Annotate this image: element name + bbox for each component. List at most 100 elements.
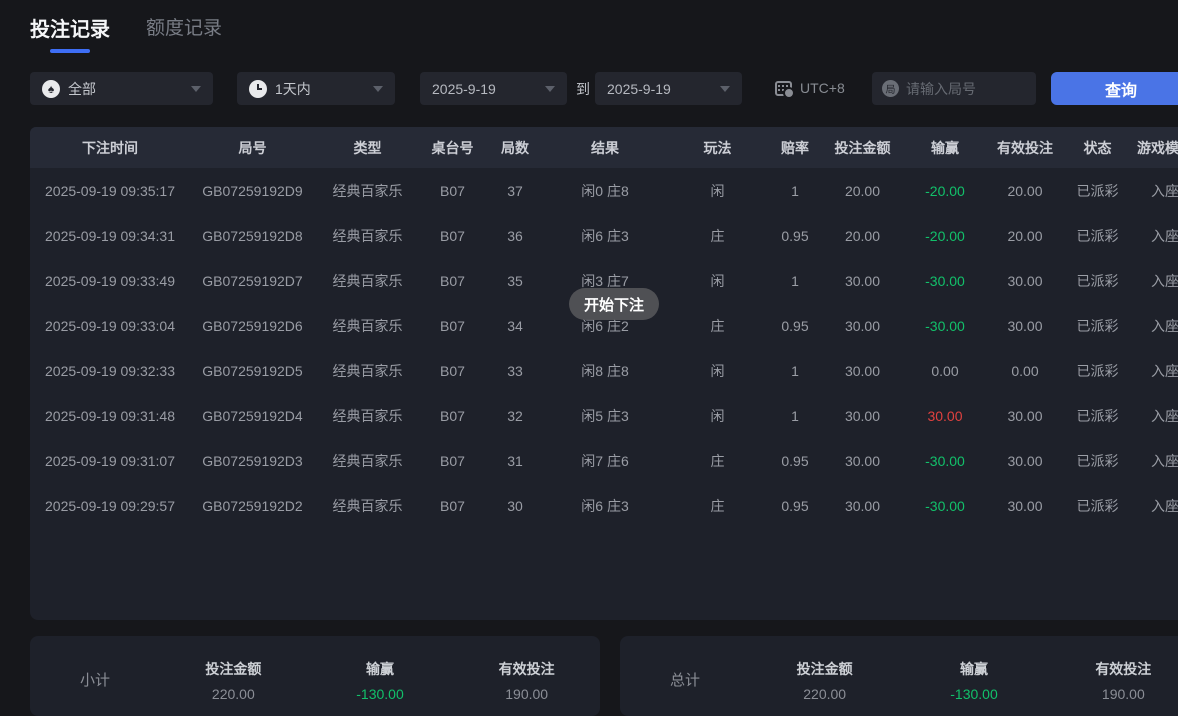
cell-table_no: B07: [420, 303, 485, 348]
date-from-dropdown[interactable]: 2025-9-19: [420, 72, 567, 105]
summary-stat-value: 220.00: [160, 686, 307, 702]
cell-time: 2025-09-19 09:34:31: [30, 213, 190, 258]
cell-status: 已派彩: [1065, 348, 1130, 393]
column-header-valid_bet: 有效投注: [985, 127, 1065, 168]
cell-odds: 1: [770, 348, 820, 393]
cell-mode: 入座: [1130, 348, 1178, 393]
total-stats: 投注金额220.00输赢-130.00有效投注190.00: [750, 659, 1178, 702]
summary-stat: 输赢-130.00: [899, 659, 1048, 702]
cell-play: 闲: [665, 258, 770, 303]
table-row: 2025-09-19 09:29:57GB07259192D2经典百家乐B073…: [30, 483, 1178, 528]
summary-stat-value: 190.00: [1049, 686, 1178, 702]
cell-type: 经典百家乐: [315, 348, 420, 393]
chevron-down-icon: [191, 86, 201, 92]
cell-odds: 0.95: [770, 483, 820, 528]
cell-round_id: GB07259192D2: [190, 483, 315, 528]
summary-stat-value: 190.00: [453, 686, 600, 702]
filter-bar: ♠ 全部 1天内 2025-9-19 到 2025-9-19 UTC+8 局 查…: [30, 72, 1178, 105]
cell-valid_bet: 30.00: [985, 438, 1065, 483]
cell-odds: 1: [770, 258, 820, 303]
bet-records-table: 下注时间局号类型桌台号局数结果玩法赔率投注金额输赢有效投注状态游戏模式 2025…: [30, 127, 1178, 620]
cell-mode: 入座: [1130, 168, 1178, 213]
cell-win_loss: -30.00: [905, 258, 985, 303]
active-tab-underline: [50, 49, 90, 53]
summary-stat-label: 有效投注: [453, 659, 600, 679]
column-header-result: 结果: [545, 127, 665, 168]
cell-valid_bet: 20.00: [985, 213, 1065, 258]
cell-time: 2025-09-19 09:29:57: [30, 483, 190, 528]
cell-time: 2025-09-19 09:32:33: [30, 348, 190, 393]
cell-mode: 入座: [1130, 303, 1178, 348]
date-from-value: 2025-9-19: [432, 81, 496, 97]
cell-odds: 1: [770, 393, 820, 438]
tab-quota-records[interactable]: 额度记录: [146, 13, 222, 53]
cell-time: 2025-09-19 09:31:07: [30, 438, 190, 483]
chevron-down-icon: [373, 86, 383, 92]
cell-win_loss: -30.00: [905, 303, 985, 348]
cell-status: 已派彩: [1065, 393, 1130, 438]
cell-win_loss: -30.00: [905, 483, 985, 528]
cell-play: 闲: [665, 393, 770, 438]
game-type-dropdown[interactable]: ♠ 全部: [30, 72, 213, 105]
cell-play: 闲: [665, 348, 770, 393]
cell-odds: 0.95: [770, 303, 820, 348]
summary-stat: 输赢-130.00: [307, 659, 454, 702]
cell-mode: 入座: [1130, 483, 1178, 528]
column-header-bet_amount: 投注金额: [820, 127, 905, 168]
cell-bet_amount: 30.00: [820, 393, 905, 438]
round-search-field[interactable]: 局: [872, 72, 1036, 105]
cell-result: 闲0 庄8: [545, 168, 665, 213]
cell-result: 闲7 庄6: [545, 438, 665, 483]
cell-time: 2025-09-19 09:31:48: [30, 393, 190, 438]
time-range-dropdown[interactable]: 1天内: [237, 72, 395, 105]
cell-round_no: 37: [485, 168, 545, 213]
round-number-icon: 局: [882, 80, 899, 97]
cell-type: 经典百家乐: [315, 393, 420, 438]
cell-bet_amount: 30.00: [820, 348, 905, 393]
cell-table_no: B07: [420, 258, 485, 303]
cell-bet_amount: 30.00: [820, 483, 905, 528]
chevron-down-icon: [720, 86, 730, 92]
cell-play: 庄: [665, 213, 770, 258]
date-to-value: 2025-9-19: [607, 81, 671, 97]
cell-bet_amount: 30.00: [820, 258, 905, 303]
cell-type: 经典百家乐: [315, 258, 420, 303]
betting-start-toast: 开始下注: [569, 288, 659, 320]
summary-stat: 投注金额 220.00: [750, 659, 899, 702]
cell-status: 已派彩: [1065, 168, 1130, 213]
spade-icon: ♠: [42, 80, 60, 98]
cell-time: 2025-09-19 09:33:04: [30, 303, 190, 348]
summary-stat-label: 投注金额: [750, 659, 899, 679]
tab-bet-records[interactable]: 投注记录: [30, 13, 110, 53]
cell-win_loss: 30.00: [905, 393, 985, 438]
cell-status: 已派彩: [1065, 303, 1130, 348]
cell-round_id: GB07259192D7: [190, 258, 315, 303]
cell-round_id: GB07259192D9: [190, 168, 315, 213]
cell-win_loss: -20.00: [905, 213, 985, 258]
cell-win_loss: -30.00: [905, 438, 985, 483]
cell-table_no: B07: [420, 393, 485, 438]
cell-type: 经典百家乐: [315, 213, 420, 258]
cell-table_no: B07: [420, 348, 485, 393]
cell-bet_amount: 30.00: [820, 438, 905, 483]
cell-type: 经典百家乐: [315, 483, 420, 528]
summary-stat-value: 220.00: [750, 686, 899, 702]
total-label: 总计: [620, 669, 750, 690]
search-button[interactable]: 查询: [1051, 72, 1178, 105]
table-row: 2025-09-19 09:31:48GB07259192D4经典百家乐B073…: [30, 393, 1178, 438]
table-row: 2025-09-19 09:32:33GB07259192D5经典百家乐B07 3…: [30, 348, 1178, 393]
cell-play: 闲: [665, 168, 770, 213]
cell-round_id: GB07259192D3: [190, 438, 315, 483]
cell-valid_bet: 30.00: [985, 303, 1065, 348]
summary-stat: 有效投注 190.00: [453, 659, 600, 702]
date-to-dropdown[interactable]: 2025-9-19: [595, 72, 742, 105]
summary-stat-label: 输赢: [307, 659, 454, 679]
cell-round_id: GB07259192D5: [190, 348, 315, 393]
cell-bet_amount: 20.00: [820, 168, 905, 213]
table-row: 2025-09-19 09:35:17GB07259192D9经典百家乐B073…: [30, 168, 1178, 213]
table-header: 下注时间局号类型桌台号局数结果玩法赔率投注金额输赢有效投注状态游戏模式: [30, 127, 1178, 168]
cell-round_no: 32: [485, 393, 545, 438]
cell-mode: 入座: [1130, 213, 1178, 258]
cell-play: 庄: [665, 303, 770, 348]
round-search-input[interactable]: [906, 81, 1016, 97]
